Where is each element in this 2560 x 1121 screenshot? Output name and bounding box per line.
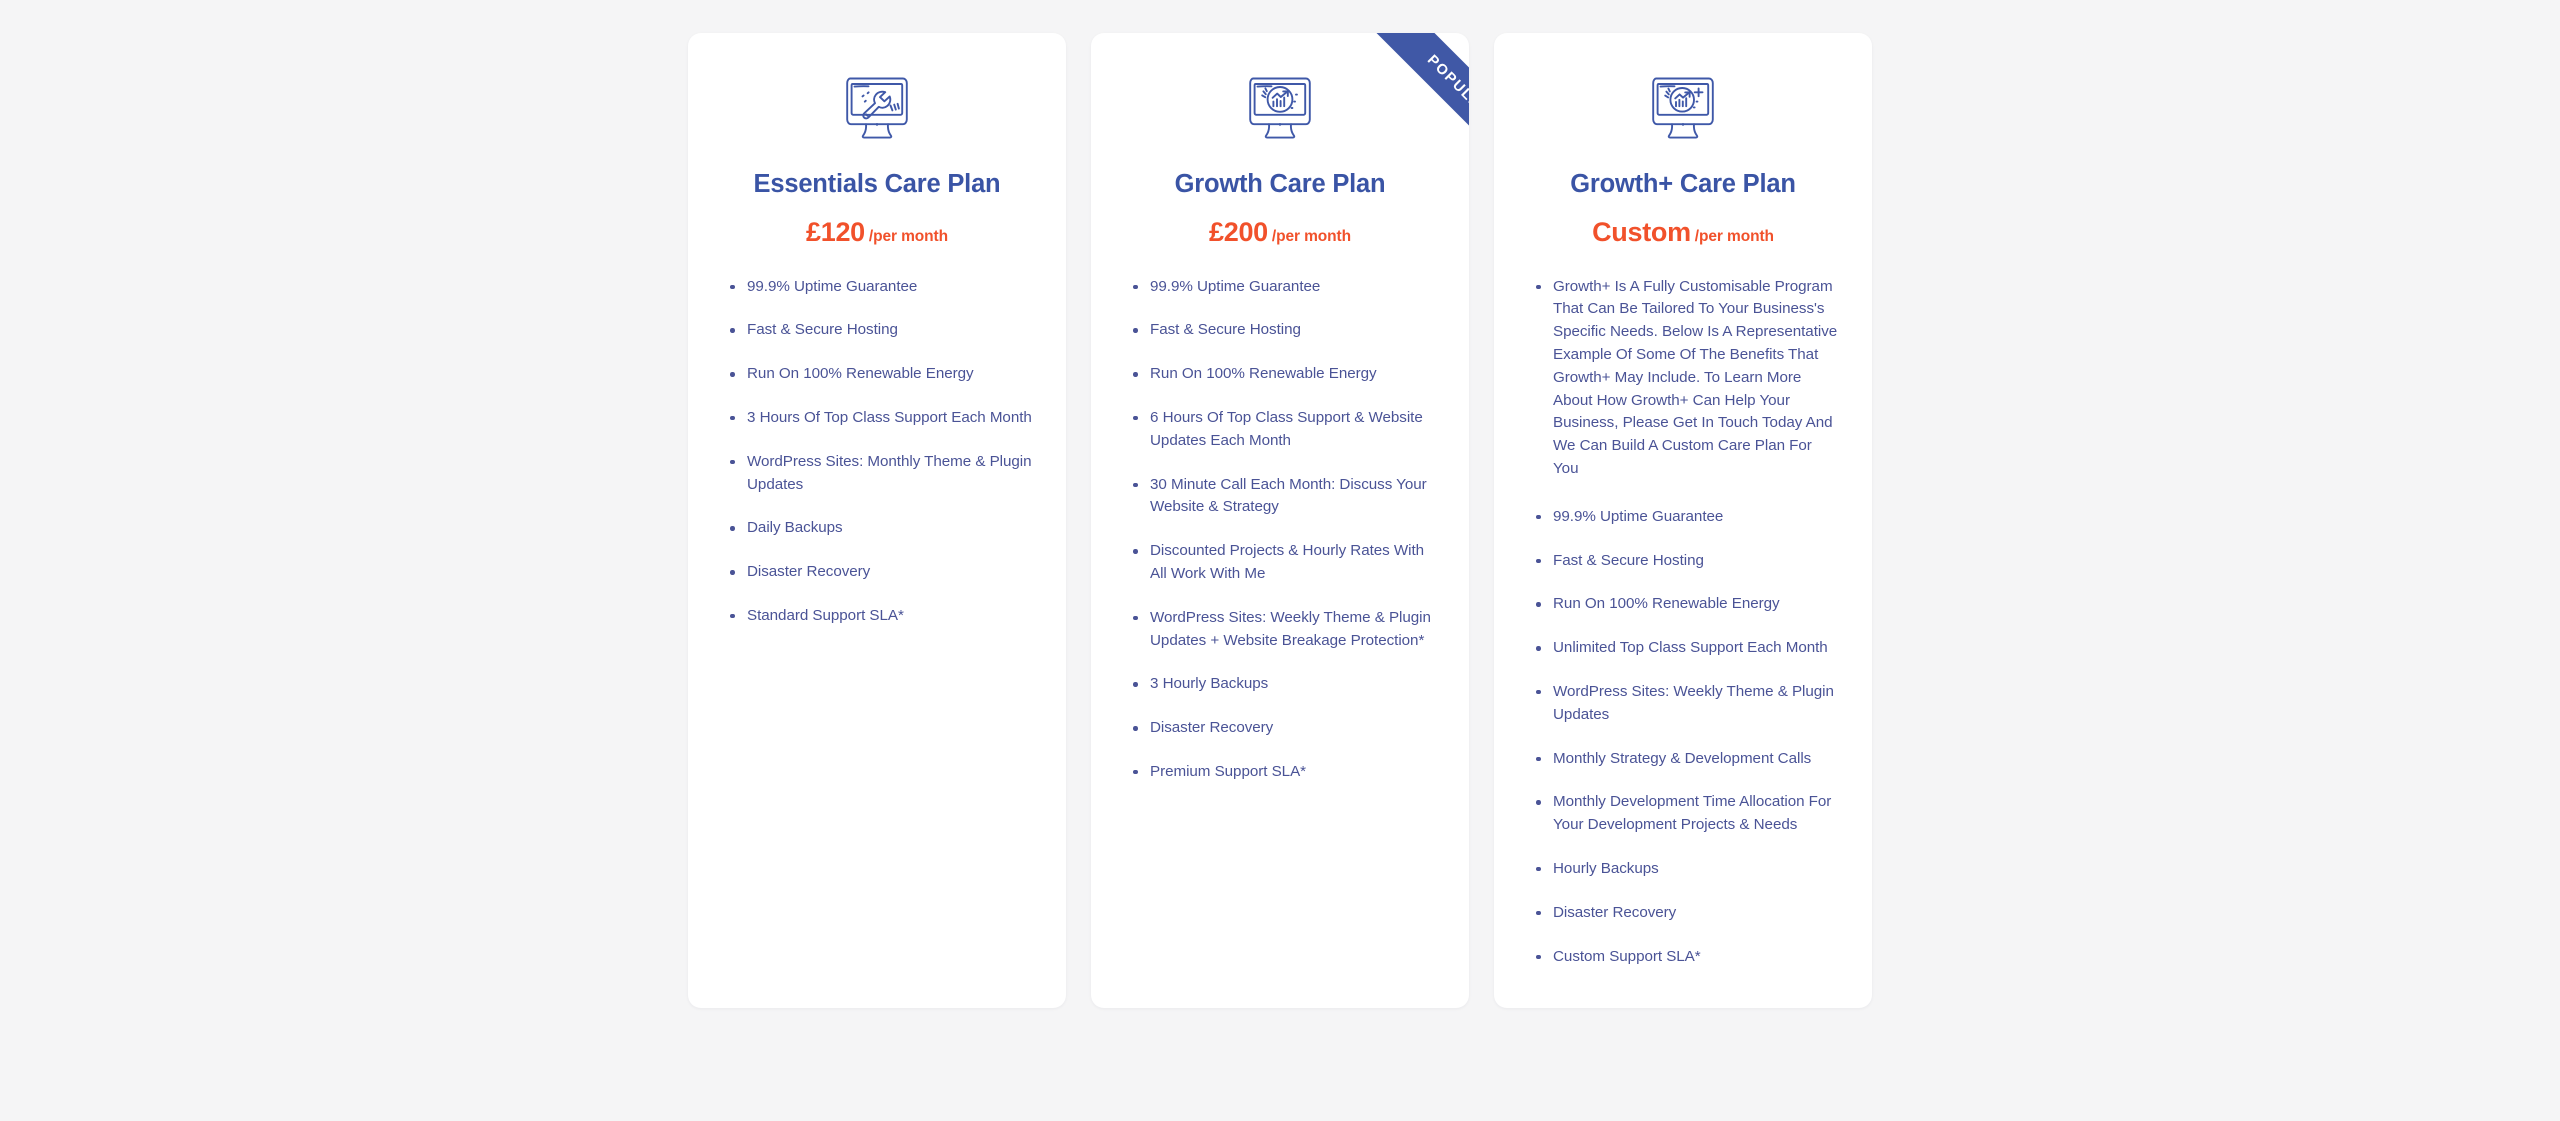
plan-price-period: /per month <box>868 227 948 245</box>
feature-item: WordPress Sites: Monthly Theme & Plugin … <box>730 451 1035 497</box>
plan-price-period: /per month <box>1271 227 1351 245</box>
feature-item: Fast & Secure Hosting <box>1536 550 1841 573</box>
feature-item: 99.9% Uptime Guarantee <box>730 276 1035 299</box>
feature-item: Disaster Recovery <box>730 561 1035 584</box>
feature-item: 99.9% Uptime Guarantee <box>1133 276 1438 299</box>
plan-price-row: £200/per month <box>1122 217 1438 248</box>
plan-price: £120 <box>806 216 865 247</box>
feature-item: 99.9% Uptime Guarantee <box>1536 506 1841 529</box>
monitor-wrench-icon <box>719 69 1035 147</box>
plan-card[interactable]: POPULAR Growth Care Plan £200/per month 99… <box>1091 33 1469 1009</box>
plan-card[interactable]: Essentials Care Plan £120/per month 99.9% … <box>688 33 1066 1009</box>
feature-item: Growth+ Is A Fully Customisable Program … <box>1536 276 1841 481</box>
feature-list: Growth+ Is A Fully Customisable Program … <box>1525 276 1841 969</box>
feature-item: Disaster Recovery <box>1133 717 1438 740</box>
plan-price-row: Custom/per month <box>1525 217 1841 248</box>
plan-card[interactable]: Growth+ Care Plan Custom/per month Growth+… <box>1494 33 1872 1009</box>
monitor-growth-plus-icon <box>1525 69 1841 147</box>
plan-price-period: /per month <box>1694 227 1774 245</box>
feature-list: 99.9% Uptime Guarantee Fast & Secure Host… <box>719 276 1035 628</box>
plan-price-row: £120/per month <box>719 217 1035 248</box>
plan-title: Growth Care Plan <box>1174 170 1386 198</box>
feature-item: Custom Support SLA* <box>1536 946 1841 969</box>
feature-item: 30 Minute Call Each Month: Discuss Your … <box>1133 474 1438 520</box>
pricing-section: Essentials Care Plan £120/per month 99.9% … <box>0 0 2560 1121</box>
feature-item: Premium Support SLA* <box>1133 761 1438 784</box>
feature-item: Standard Support SLA* <box>730 605 1035 628</box>
feature-item: Fast & Secure Hosting <box>1133 319 1438 342</box>
feature-item: WordPress Sites: Weekly Theme & Plugin U… <box>1536 681 1841 727</box>
feature-item: 3 Hours Of Top Class Support Each Month <box>730 407 1035 430</box>
pricing-grid: Essentials Care Plan £120/per month 99.9% … <box>688 33 1872 1009</box>
feature-item: WordPress Sites: Weekly Theme & Plugin U… <box>1133 607 1438 653</box>
feature-item: Run On 100% Renewable Energy <box>1133 363 1438 386</box>
plan-title: Growth+ Care Plan <box>1570 170 1796 198</box>
feature-item: Disaster Recovery <box>1536 902 1841 925</box>
feature-item: 6 Hours Of Top Class Support & Website U… <box>1133 407 1438 453</box>
feature-list: 99.9% Uptime Guarantee Fast & Secure Host… <box>1122 276 1438 784</box>
plan-title: Essentials Care Plan <box>753 170 1001 198</box>
feature-item: 3 Hourly Backups <box>1133 673 1438 696</box>
feature-item: Discounted Projects & Hourly Rates With … <box>1133 540 1438 586</box>
feature-item: Fast & Secure Hosting <box>730 319 1035 342</box>
monitor-growth-chart-icon <box>1122 69 1438 147</box>
plan-price: £200 <box>1209 216 1268 247</box>
feature-item: Hourly Backups <box>1536 858 1841 881</box>
plan-price: Custom <box>1592 216 1691 247</box>
feature-item: Monthly Development Time Allocation For … <box>1536 791 1841 837</box>
feature-item: Monthly Strategy & Development Calls <box>1536 748 1841 771</box>
feature-item: Daily Backups <box>730 517 1035 540</box>
feature-item: Run On 100% Renewable Energy <box>1536 593 1841 616</box>
feature-item: Run On 100% Renewable Energy <box>730 363 1035 386</box>
feature-item: Unlimited Top Class Support Each Month <box>1536 637 1841 660</box>
